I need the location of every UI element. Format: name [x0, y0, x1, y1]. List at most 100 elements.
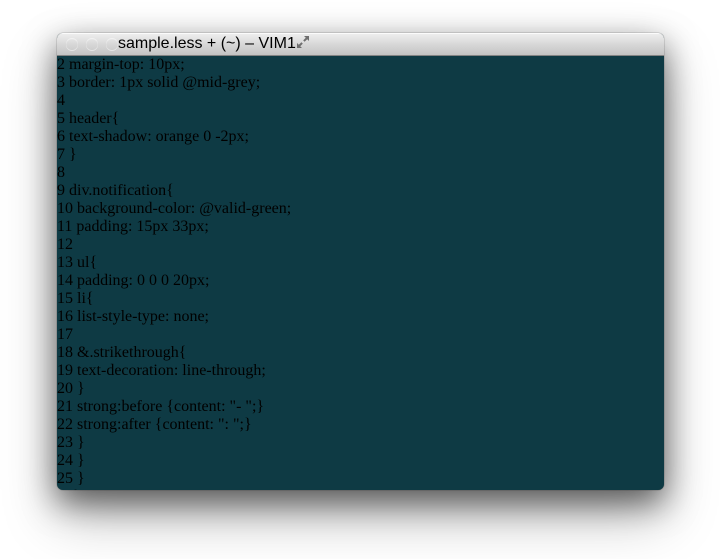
code-token: 0: [199, 128, 211, 145]
line-number: 5: [57, 110, 65, 127]
code-line: 16 list-style-type: none;: [57, 308, 664, 326]
zoom-button[interactable]: [106, 38, 118, 50]
code-token: ;: [180, 56, 184, 73]
code-token: 20px: [173, 272, 205, 289]
code-text: }: [73, 470, 85, 487]
code-token: }: [73, 380, 85, 397]
code-token: ;: [205, 272, 209, 289]
code-line: 24 }: [57, 452, 664, 470]
code-token: strong: [73, 398, 117, 415]
code-token: {: [112, 110, 120, 127]
code-token: 10px: [148, 56, 180, 73]
code-token: &.: [73, 344, 93, 361]
code-line: 23 }: [57, 434, 664, 452]
line-number: 12: [57, 236, 73, 253]
line-number: 14: [57, 272, 73, 289]
code-token: li: [73, 290, 86, 307]
title-bar[interactable]: sample.less + (~) – VIM1: [57, 33, 664, 56]
code-token: 15px 33px: [136, 218, 204, 235]
code-text: li{: [73, 290, 94, 307]
line-number: 24: [57, 452, 73, 469]
fullscreen-icon[interactable]: [296, 35, 310, 54]
code-token: padding:: [72, 218, 136, 235]
code-token: }: [73, 470, 85, 487]
line-number: 18: [57, 344, 73, 361]
code-token: {: [86, 290, 94, 307]
code-token: margin-top:: [65, 56, 148, 73]
code-token: solid: [147, 74, 182, 91]
code-token: list-style-type:: [73, 308, 173, 325]
code-text: border: 1px solid @mid-grey;: [65, 74, 260, 91]
code-token: background-color:: [73, 200, 199, 217]
code-token: {: [89, 254, 97, 271]
window-controls: [66, 38, 118, 50]
code-text: }: [73, 488, 81, 490]
code-token: ": ": [218, 416, 240, 433]
code-line: 10 background-color: @valid-green;: [57, 200, 664, 218]
line-number: 11: [57, 218, 72, 235]
code-line: 15 li{: [57, 290, 664, 308]
code-text: padding: 0 0 0 20px;: [73, 272, 209, 289]
code-line: 12: [57, 236, 664, 254]
code-line: 14 padding: 0 0 0 20px;: [57, 272, 664, 290]
code-token: text-decoration:: [73, 362, 182, 379]
code-token: header: [65, 110, 112, 127]
code-token: }: [73, 434, 85, 451]
code-line: 13 ul{: [57, 254, 664, 272]
window-title-text: sample.less + (~) – VIM1: [118, 35, 296, 52]
code-text: }: [73, 380, 85, 397]
code-line: 20 }: [57, 380, 664, 398]
code-token: 1px: [119, 74, 147, 91]
code-text: margin-top: 10px;: [65, 56, 185, 73]
window-title: sample.less + (~) – VIM1: [118, 35, 296, 53]
code-text: }: [73, 452, 85, 469]
code-line: 4: [57, 92, 664, 110]
line-number: 7: [57, 146, 65, 163]
line-number: 9: [57, 182, 65, 199]
editor-content: 2 margin-top: 10px;3 border: 1px solid @…: [57, 56, 664, 490]
code-token: content:: [174, 398, 230, 415]
line-number: 2: [57, 56, 65, 73]
code-text: header{: [65, 110, 119, 127]
code-token: -2px;: [211, 128, 249, 145]
line-number: 22: [57, 416, 73, 433]
code-line: 5 header{: [57, 110, 664, 128]
code-token: after: [121, 416, 150, 433]
code-token: ul: [73, 254, 89, 271]
code-line: 8: [57, 164, 664, 182]
code-line: 3 border: 1px solid @mid-grey;: [57, 74, 664, 92]
line-number: 25: [57, 470, 73, 487]
code-lines[interactable]: 2 margin-top: 10px;3 border: 1px solid @…: [57, 56, 664, 490]
code-text: list-style-type: none;: [73, 308, 209, 325]
code-token: }: [256, 398, 264, 415]
code-token: div: [65, 182, 88, 199]
line-number: 6: [57, 128, 65, 145]
code-token: line-through;: [182, 362, 266, 379]
line-number: 13: [57, 254, 73, 271]
close-button[interactable]: [66, 38, 78, 50]
line-number: 19: [57, 362, 73, 379]
code-token: content:: [162, 416, 218, 433]
code-line: 25 }: [57, 470, 664, 488]
code-text: strong:after {content: ": ";}: [73, 416, 252, 433]
code-token: none;: [173, 308, 209, 325]
code-token: }: [244, 416, 252, 433]
code-line: 19 text-decoration: line-through;: [57, 362, 664, 380]
code-token: {: [179, 344, 187, 361]
code-line: 21 strong:before {content: "- ";}: [57, 398, 664, 416]
line-number: 8: [57, 164, 65, 181]
code-text: div.notification{: [65, 182, 174, 199]
code-line: 26}: [57, 488, 664, 490]
code-token: {: [166, 398, 174, 415]
code-line: 18 &.strikethrough{: [57, 344, 664, 362]
code-token: notification: [92, 182, 166, 199]
code-token: @valid-green;: [199, 200, 291, 217]
code-token: }: [65, 146, 77, 163]
code-text: padding: 15px 33px;: [72, 218, 208, 235]
code-line: 6 text-shadow: orange 0 -2px;: [57, 128, 664, 146]
code-token: ;: [204, 218, 208, 235]
code-text: text-decoration: line-through;: [73, 362, 266, 379]
code-token: }: [73, 452, 85, 469]
minimize-button[interactable]: [86, 38, 98, 50]
search-highlight: orange: [156, 128, 200, 145]
